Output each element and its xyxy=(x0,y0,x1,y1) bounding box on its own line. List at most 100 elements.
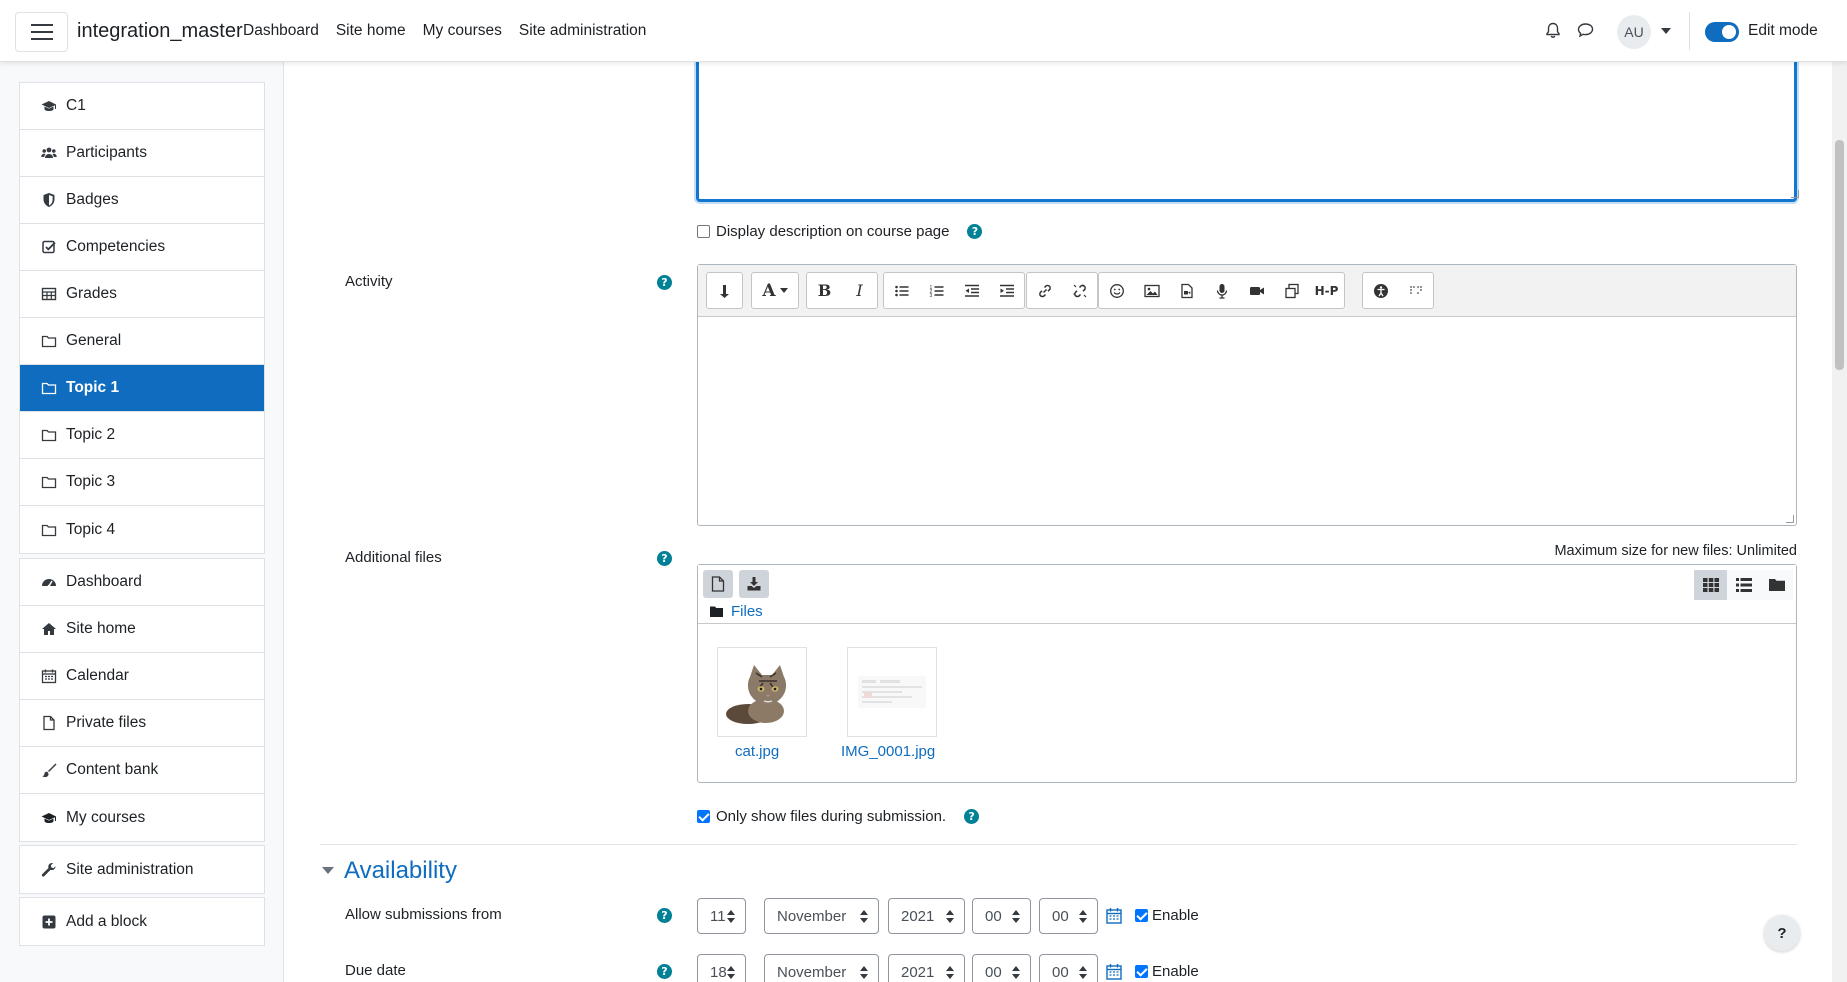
sidebar-item-grades[interactable]: Grades xyxy=(20,271,264,318)
sidebar-item-my-courses[interactable]: My courses xyxy=(20,794,264,841)
due-date-enable-checkbox[interactable] xyxy=(1135,965,1148,978)
editor-resize-handle[interactable] xyxy=(1786,515,1794,523)
file-name-img-0001[interactable]: IMG_0001.jpg xyxy=(841,743,935,760)
nav-link-my-courses[interactable]: My courses xyxy=(423,22,502,40)
display-description-row: Display description on course page ? xyxy=(697,223,983,240)
allow-submissions-day-select[interactable]: 11 xyxy=(697,898,746,934)
description-textarea[interactable] xyxy=(696,62,1797,202)
download-icon[interactable] xyxy=(739,570,769,598)
emoji-icon[interactable] xyxy=(1099,273,1134,308)
drawer-toggle-button[interactable] xyxy=(15,12,68,52)
due-date-minute-select[interactable]: 00 xyxy=(1039,954,1098,982)
document-image-icon xyxy=(858,676,926,708)
help-icon[interactable]: ? xyxy=(657,908,672,923)
italic-icon[interactable]: I xyxy=(842,273,877,308)
tree-view-folder-icon[interactable] xyxy=(1760,570,1793,600)
due-date-year-select[interactable]: 2021 xyxy=(888,954,965,982)
notifications-bell-icon[interactable] xyxy=(1545,22,1561,43)
allow-submissions-enable-checkbox[interactable] xyxy=(1135,909,1148,922)
add-file-icon[interactable] xyxy=(703,570,733,598)
allow-submissions-month-select[interactable]: November xyxy=(764,898,879,934)
copy-icon[interactable] xyxy=(1274,273,1309,308)
availability-section-title[interactable]: Availability xyxy=(344,857,457,885)
sidebar-item-general[interactable]: General xyxy=(20,318,264,365)
allow-submissions-minute-select[interactable]: 00 xyxy=(1039,898,1098,934)
sidebar-item-topic-1[interactable]: Topic 1 xyxy=(20,365,264,412)
nav-link-site-administration[interactable]: Site administration xyxy=(519,22,647,40)
messages-chat-icon[interactable] xyxy=(1577,22,1594,42)
sidebar-item-content-bank[interactable]: Content bank xyxy=(20,747,264,794)
sidebar-item-label: Site administration xyxy=(66,860,194,878)
link-icon[interactable] xyxy=(1027,273,1062,308)
sidebar-item-site-home[interactable]: Site home xyxy=(20,606,264,653)
sidebar-item-competencies[interactable]: Competencies xyxy=(20,224,264,271)
files-path-link[interactable]: Files xyxy=(731,603,763,620)
accessibility-icon[interactable] xyxy=(1363,273,1398,308)
sidebar-item-private-files[interactable]: Private files xyxy=(20,700,264,747)
image-icon[interactable] xyxy=(1134,273,1169,308)
bold-icon[interactable]: B xyxy=(807,273,842,308)
textarea-resize-handle[interactable] xyxy=(1791,190,1799,198)
font-style-dropdown-icon[interactable]: A xyxy=(752,273,798,308)
indent-icon[interactable] xyxy=(989,273,1024,308)
user-avatar[interactable]: AU xyxy=(1617,15,1651,49)
due-date-day-select[interactable]: 18 xyxy=(697,954,746,982)
allow-submissions-year-select[interactable]: 2021 xyxy=(888,898,965,934)
nav-link-dashboard[interactable]: Dashboard xyxy=(243,22,319,40)
allow-submissions-hour-select[interactable]: 00 xyxy=(972,898,1031,934)
file-manager-toolbar: Files xyxy=(698,565,1796,624)
calendar-icon[interactable] xyxy=(1106,963,1122,982)
sidebar-item-participants[interactable]: Participants xyxy=(20,130,264,177)
sidebar-item-calendar[interactable]: Calendar xyxy=(20,653,264,700)
unordered-list-icon[interactable] xyxy=(884,273,919,308)
due-date-hour-select[interactable]: 00 xyxy=(972,954,1031,982)
tachometer-icon xyxy=(40,574,58,590)
file-name-cat[interactable]: cat.jpg xyxy=(735,743,779,760)
sidebar-item-topic-2[interactable]: Topic 2 xyxy=(20,412,264,459)
nav-link-site-home[interactable]: Site home xyxy=(336,22,406,40)
sidebar-item-topic-4[interactable]: Topic 4 xyxy=(20,506,264,553)
outdent-icon[interactable] xyxy=(954,273,989,308)
screenreader-helper-icon[interactable] xyxy=(1398,273,1433,308)
grid-view-icon[interactable] xyxy=(1694,570,1727,600)
sidebar-item-dashboard[interactable]: Dashboard xyxy=(20,559,264,606)
sidebar-item-label: Calendar xyxy=(66,667,129,684)
plus-square-icon xyxy=(40,914,58,930)
collapse-chevron-down-icon[interactable] xyxy=(322,867,334,874)
toolbar-toggle-icon[interactable] xyxy=(707,273,742,308)
help-icon[interactable]: ? xyxy=(967,224,983,239)
hamburger-icon xyxy=(30,24,53,26)
display-description-checkbox[interactable] xyxy=(697,225,710,238)
sidebar-item-label: Site home xyxy=(66,620,136,637)
users-icon xyxy=(40,145,58,161)
list-view-icon[interactable] xyxy=(1727,570,1760,600)
folder-icon xyxy=(40,333,58,349)
sidebar-item-site-administration[interactable]: Site administration xyxy=(20,846,264,893)
home-icon xyxy=(40,621,58,637)
file-thumbnail-img-0001[interactable] xyxy=(847,647,937,737)
file-thumbnail-cat[interactable] xyxy=(717,647,807,737)
site-name[interactable]: integration_master xyxy=(77,20,243,43)
ordered-list-icon[interactable]: 123 xyxy=(919,273,954,308)
unlink-icon[interactable] xyxy=(1062,273,1097,308)
user-menu-chevron-down-icon[interactable] xyxy=(1661,28,1671,34)
due-date-month-select[interactable]: November xyxy=(764,954,879,982)
help-icon[interactable]: ? xyxy=(964,809,980,824)
edit-mode-toggle[interactable] xyxy=(1705,22,1739,42)
floating-help-button[interactable]: ? xyxy=(1764,915,1800,951)
calendar-icon[interactable] xyxy=(1106,907,1122,928)
page-scrollbar-thumb[interactable] xyxy=(1835,140,1844,370)
only-show-files-checkbox[interactable] xyxy=(697,810,710,823)
media-icon[interactable] xyxy=(1169,273,1204,308)
sidebar-item-badges[interactable]: Badges xyxy=(20,177,264,224)
sidebar-item-topic-3[interactable]: Topic 3 xyxy=(20,459,264,506)
help-icon[interactable]: ? xyxy=(657,275,672,290)
video-camera-icon[interactable] xyxy=(1239,273,1274,308)
h5p-icon[interactable]: H-P xyxy=(1309,273,1344,308)
microphone-icon[interactable] xyxy=(1204,273,1239,308)
sidebar-item-c1[interactable]: C1 xyxy=(20,83,264,130)
help-icon[interactable]: ? xyxy=(657,551,672,566)
enable-label: Enable xyxy=(1152,963,1199,980)
add-block-button[interactable]: Add a block xyxy=(20,898,264,945)
help-icon[interactable]: ? xyxy=(657,964,672,979)
